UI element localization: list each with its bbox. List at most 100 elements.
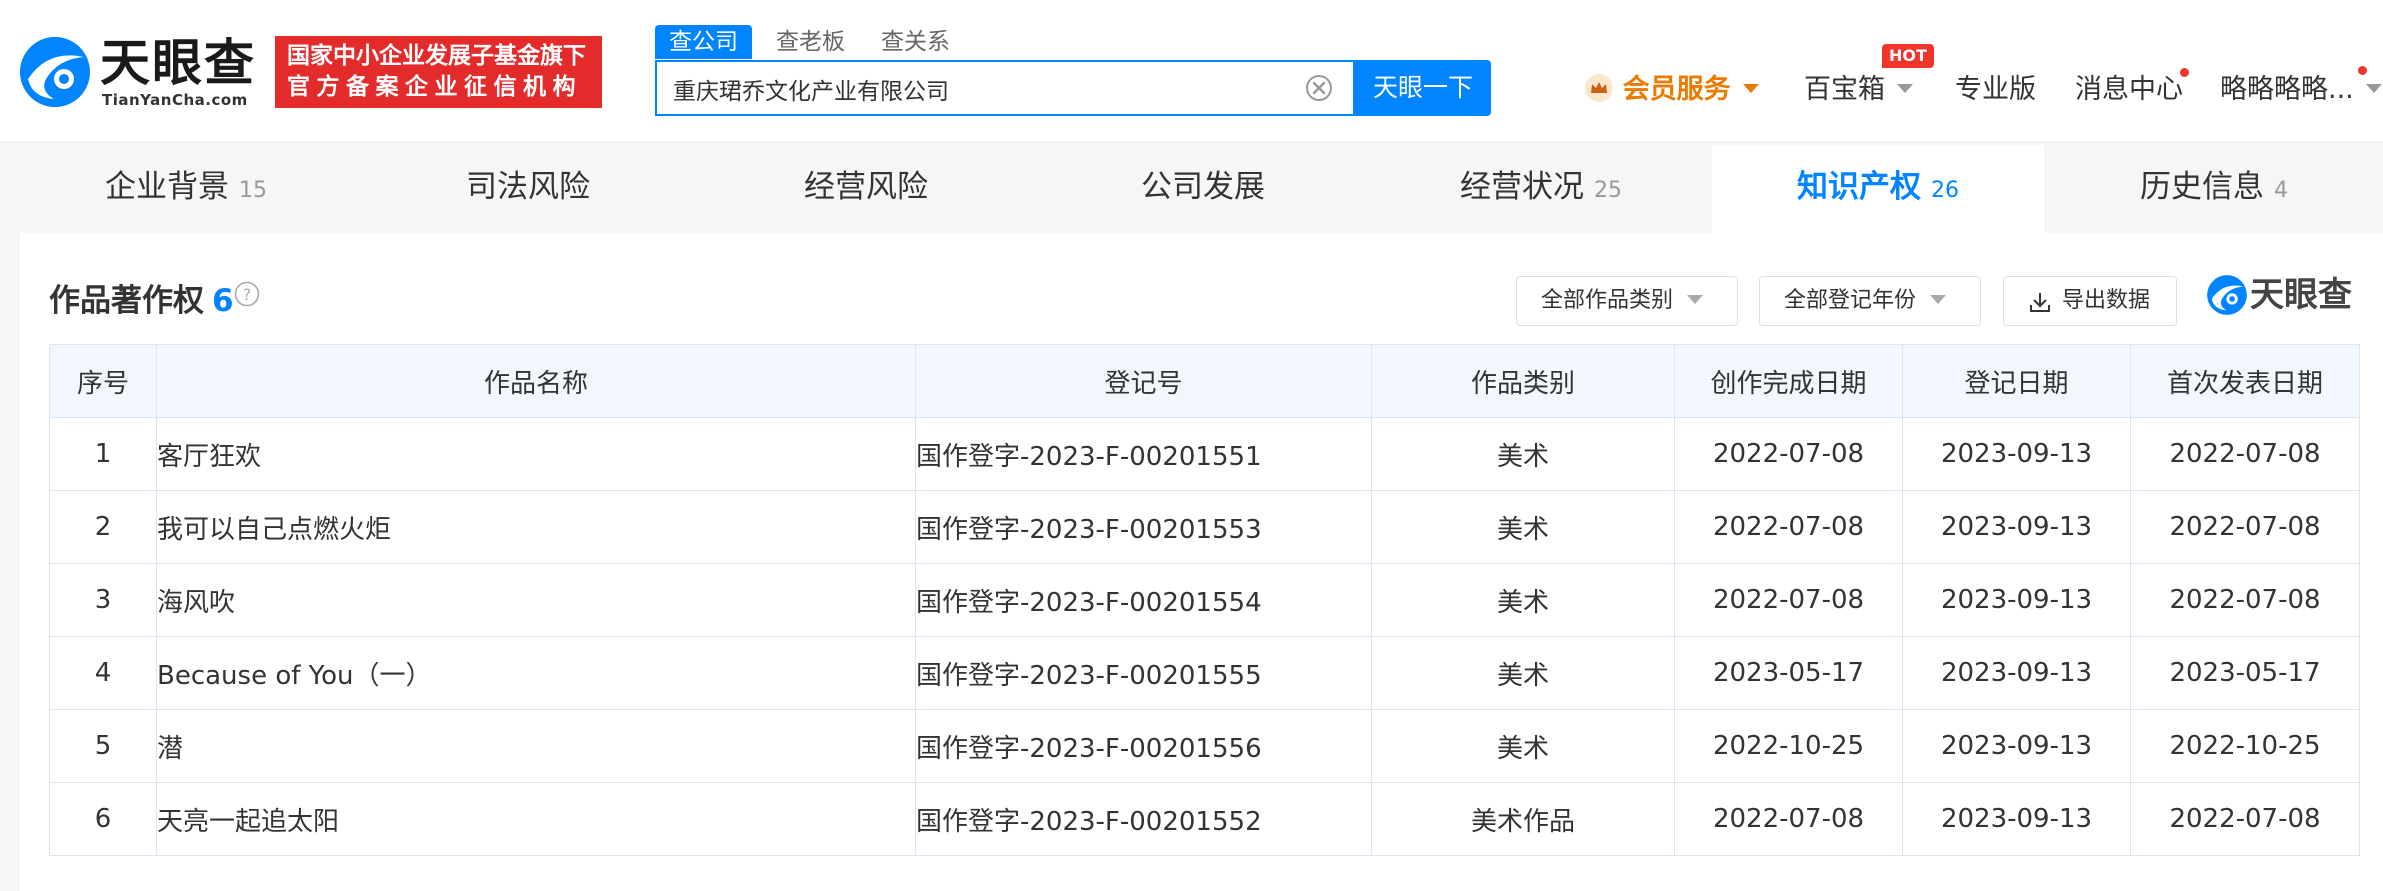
search-box [655, 60, 1355, 116]
cell-reg-date: 2023-09-13 [1902, 636, 2131, 710]
cell-work-name[interactable]: Because of You（一） [156, 636, 916, 710]
cell-index: 1 [49, 417, 157, 491]
cell-publish-date: 2023-05-17 [2130, 636, 2360, 710]
crown-icon [1585, 73, 1613, 102]
fund-badge: 国家中小企业发展子基金旗下 官方备案企业征信机构 [275, 36, 602, 108]
export-data-label: 导出数据 [2062, 288, 2151, 313]
tab-intellectual-property[interactable]: 知识产权 26 [1712, 145, 2044, 233]
table-row: 2 我可以自己点燃火炬 国作登字-2023-F-00201553 美术 2022… [49, 490, 2360, 564]
treasure-box-label: 百宝箱 [1804, 74, 1885, 105]
tab-judicial-risk[interactable]: 司法风险 [466, 145, 590, 233]
cell-category: 美术 [1371, 636, 1675, 710]
cell-publish-date: 2022-07-08 [2130, 490, 2360, 564]
table-row: 6 天亮一起追太阳 国作登字-2023-F-00201552 美术作品 2022… [49, 782, 2360, 856]
cell-work-name[interactable]: 客厅狂欢 [156, 417, 916, 491]
cell-publish-date: 2022-07-08 [2130, 417, 2360, 491]
cell-index: 4 [49, 636, 157, 710]
cell-publish-date: 2022-10-25 [2130, 709, 2360, 783]
chevron-down-icon [1687, 294, 1704, 304]
category-filter-label: 全部作品类别 [1541, 288, 1674, 313]
cell-reg-no: 国作登字-2023-F-00201555 [915, 636, 1372, 710]
user-unread-dot [2358, 66, 2367, 75]
col-header-work-name[interactable]: 作品名称 [156, 344, 916, 418]
table-row: 4 Because of You（一） 国作登字-2023-F-00201555… [49, 636, 2360, 710]
tab-label: 知识产权 [1797, 169, 1921, 205]
table-row: 3 海风吹 国作登字-2023-F-00201554 美术 2022-07-08… [49, 563, 2360, 637]
cell-reg-no: 国作登字-2023-F-00201552 [915, 782, 1372, 856]
copyright-section: 作品著作权 6 ? 全部作品类别 全部登记年份 导出数据 天眼查 序号 作品名称… [20, 233, 2383, 891]
cell-index: 6 [49, 782, 157, 856]
tab-label: 司法风险 [466, 169, 590, 205]
vip-service-menu[interactable]: 会员服务 [1584, 70, 1759, 110]
tab-label: 企业背景 [105, 169, 229, 205]
top-header: 天眼查 TianYanCha.com 国家中小企业发展子基金旗下 官方备案企业征… [0, 0, 2383, 143]
message-center-link[interactable]: 消息中心 [2075, 70, 2183, 110]
pro-version-link[interactable]: 专业版 [1955, 70, 2036, 110]
user-menu[interactable]: 略略略略... [2220, 70, 2382, 110]
col-header-publish-date[interactable]: 首次发表日期 [2130, 344, 2360, 418]
search-tab-relation[interactable]: 查关系 [881, 25, 950, 59]
cell-category: 美术 [1371, 490, 1675, 564]
tab-history-info[interactable]: 历史信息 4 [2140, 145, 2288, 233]
tab-label: 经营风险 [804, 169, 928, 205]
clear-icon[interactable] [1305, 74, 1333, 102]
search-tab-boss[interactable]: 查老板 [776, 25, 845, 59]
search-button[interactable]: 天眼一下 [1355, 60, 1491, 116]
col-header-index[interactable]: 序号 [49, 344, 157, 418]
search-tab-company[interactable]: 查公司 [655, 25, 752, 59]
export-data-button[interactable]: 导出数据 [2003, 276, 2177, 326]
treasure-box-menu[interactable]: 百宝箱 [1804, 70, 1913, 110]
table-row: 1 客厅狂欢 国作登字-2023-F-00201551 美术 2022-07-0… [49, 417, 2360, 491]
col-header-creation-date[interactable]: 创作完成日期 [1674, 344, 1903, 418]
tianyancha-logo-icon [20, 37, 90, 107]
site-logo[interactable]: 天眼查 TianYanCha.com [18, 33, 258, 113]
chevron-down-icon [2365, 84, 2382, 93]
year-filter-label: 全部登记年份 [1784, 288, 1917, 313]
tab-label: 历史信息 [2140, 169, 2264, 205]
section-title: 作品著作权 6 [49, 275, 234, 320]
table-header-row: 序号 作品名称 登记号 作品类别 创作完成日期 登记日期 首次发表日期 [49, 344, 2360, 418]
category-filter-dropdown[interactable]: 全部作品类别 [1516, 276, 1738, 326]
cell-reg-no: 国作登字-2023-F-00201554 [915, 563, 1372, 637]
cell-work-name[interactable]: 我可以自己点燃火炬 [156, 490, 916, 564]
fund-badge-line1: 国家中小企业发展子基金旗下 [287, 43, 586, 69]
cell-work-name[interactable]: 海风吹 [156, 563, 916, 637]
tab-count: 15 [239, 178, 267, 203]
cell-category: 美术 [1371, 417, 1675, 491]
col-header-reg-no[interactable]: 登记号 [915, 344, 1372, 418]
cell-index: 5 [49, 709, 157, 783]
cell-creation-date: 2022-07-08 [1674, 417, 1903, 491]
tab-enterprise-background[interactable]: 企业背景 15 [105, 145, 267, 233]
hot-badge: HOT [1882, 44, 1934, 68]
watermark-text: 天眼查 [2250, 275, 2352, 315]
cell-publish-date: 2022-07-08 [2130, 782, 2360, 856]
section-title-text: 作品著作权 [49, 283, 204, 319]
message-unread-dot [2180, 68, 2189, 77]
main-tabs: 企业背景 15 司法风险 经营风险 公司发展 经营状况 25 知识产权 26 历史信息… [20, 145, 2383, 233]
cell-reg-no: 国作登字-2023-F-00201553 [915, 490, 1372, 564]
col-header-reg-date[interactable]: 登记日期 [1902, 344, 2131, 418]
tab-operation-risk[interactable]: 经营风险 [804, 145, 928, 233]
cell-work-name[interactable]: 天亮一起追太阳 [156, 782, 916, 856]
year-filter-dropdown[interactable]: 全部登记年份 [1759, 276, 1981, 326]
cell-reg-no: 国作登字-2023-F-00201556 [915, 709, 1372, 783]
chevron-down-icon [1742, 84, 1759, 93]
cell-reg-date: 2023-09-13 [1902, 782, 2131, 856]
tab-count: 26 [1931, 178, 1959, 203]
cell-work-name[interactable]: 潜 [156, 709, 916, 783]
cell-reg-no: 国作登字-2023-F-00201551 [915, 417, 1372, 491]
user-name: 略略略略... [2220, 74, 2354, 105]
cell-creation-date: 2023-05-17 [1674, 636, 1903, 710]
cell-creation-date: 2022-10-25 [1674, 709, 1903, 783]
table-row: 5 潜 国作登字-2023-F-00201556 美术 2022-10-25 2… [49, 709, 2360, 783]
help-icon[interactable]: ? [234, 281, 260, 307]
download-icon [2030, 293, 2050, 312]
col-header-category[interactable]: 作品类别 [1371, 344, 1675, 418]
tab-operation-status[interactable]: 经营状况 25 [1460, 145, 1622, 233]
tab-company-development[interactable]: 公司发展 [1141, 145, 1265, 233]
svg-text:?: ? [243, 285, 252, 304]
search-input[interactable] [671, 62, 1275, 116]
chevron-down-icon [1930, 294, 1947, 304]
cell-index: 3 [49, 563, 157, 637]
logo-domain: TianYanCha.com [102, 91, 248, 109]
